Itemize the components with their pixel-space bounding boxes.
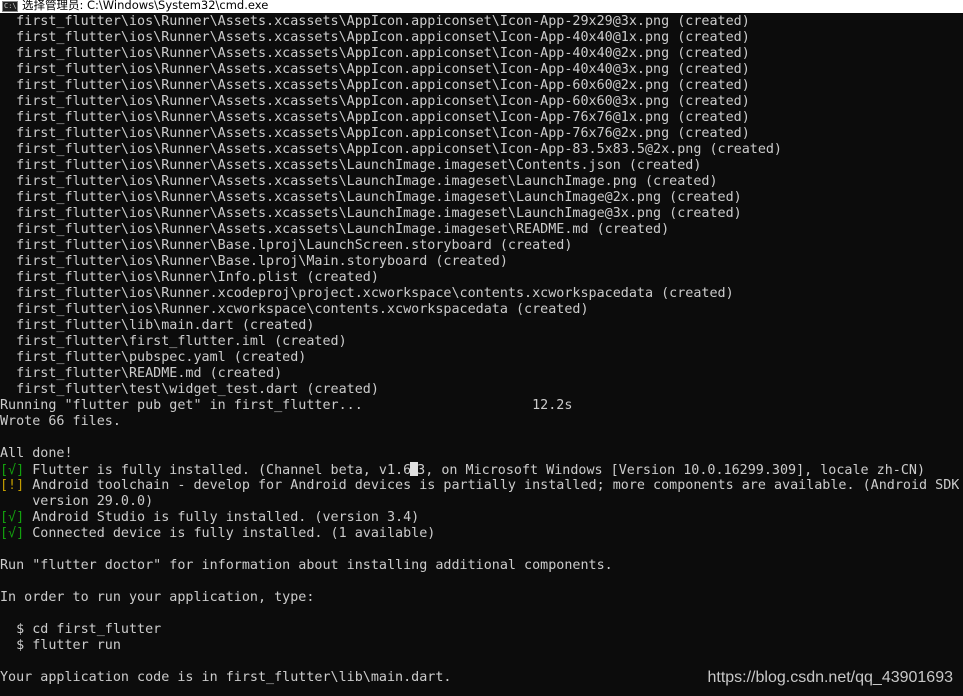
console-line: first_flutter\ios\Runner\Assets.xcassets… <box>0 30 750 45</box>
doctor-line: version 29.0.0) <box>0 494 153 510</box>
doctor-line: [√] Flutter is fully installed. (Channel… <box>0 462 925 478</box>
console-line: first_flutter\ios\Runner\Assets.xcassets… <box>0 78 750 93</box>
warning-mark: [!] <box>0 478 25 493</box>
doctor-line: [√] Android Studio is fully installed. (… <box>0 510 419 526</box>
check-mark: [√] <box>0 526 25 541</box>
console-line: first_flutter\ios\Runner\Base.lproj\Main… <box>0 254 508 269</box>
console-line: first_flutter\ios\Runner\Assets.xcassets… <box>0 142 782 157</box>
console-line: first_flutter\test\widget_test.dart (cre… <box>0 382 379 397</box>
console-line: first_flutter\lib\main.dart (created) <box>0 318 315 333</box>
console-line: first_flutter\ios\Runner.xcodeproj\proje… <box>0 286 734 301</box>
doctor-text-after: 3, on Microsoft Windows [Version 10.0.16… <box>417 463 926 478</box>
console-line: first_flutter\ios\Runner\Assets.xcassets… <box>0 174 718 189</box>
doctor-text: Connected device is fully installed. (1 … <box>24 526 436 541</box>
title-bar: C:\ 选择管理员: C:\Windows\System32\cmd.exe <box>0 0 963 13</box>
console-line: Running "flutter pub get" in first_flutt… <box>0 398 573 413</box>
check-mark: [√] <box>0 463 25 478</box>
console-line: first_flutter\ios\Runner\Assets.xcassets… <box>0 46 750 61</box>
console-line: first_flutter\ios\Runner\Assets.xcassets… <box>0 206 742 221</box>
console-line: first_flutter\ios\Runner\Info.plist (cre… <box>0 270 379 285</box>
console-line: first_flutter\ios\Runner\Assets.xcassets… <box>0 190 742 205</box>
console-line: Wrote 66 files. <box>0 414 121 429</box>
cmd-icon[interactable]: C:\ <box>2 1 18 12</box>
watermark: https://blog.csdn.net/qq_43901693 <box>707 669 953 686</box>
doctor-text: Android toolchain - develop for Android … <box>24 478 960 493</box>
console-line: first_flutter\pubspec.yaml (created) <box>0 350 307 365</box>
console-line: first_flutter\ios\Runner\Assets.xcassets… <box>0 126 750 141</box>
console-line: first_flutter\ios\Runner\Assets.xcassets… <box>0 14 750 29</box>
doctor-text: Android Studio is fully installed. (vers… <box>24 510 420 525</box>
check-mark: [√] <box>0 510 25 525</box>
console-line: first_flutter\ios\Runner\Base.lproj\Laun… <box>0 238 573 253</box>
window-title: 选择管理员: C:\Windows\System32\cmd.exe <box>22 0 269 12</box>
console-line: first_flutter\ios\Runner\Assets.xcassets… <box>0 62 750 77</box>
console-line: Your application code is in first_flutte… <box>0 670 452 685</box>
console-line: All done! <box>0 446 73 461</box>
console-line: first_flutter\ios\Runner\Assets.xcassets… <box>0 158 702 173</box>
doctor-line: [√] Connected device is fully installed.… <box>0 526 435 542</box>
console-line: first_flutter\README.md (created) <box>0 366 283 381</box>
console-line: first_flutter\first_flutter.iml (created… <box>0 334 347 349</box>
console-line: $ flutter run <box>0 638 121 653</box>
doctor-text: Flutter is fully installed. (Channel bet… <box>24 463 412 478</box>
console-output[interactable]: first_flutter\ios\Runner\Assets.xcassets… <box>0 14 963 696</box>
console-line: Run "flutter doctor" for information abo… <box>0 558 613 573</box>
console-line: first_flutter\ios\Runner\Assets.xcassets… <box>0 110 750 125</box>
console-line: first_flutter\ios\Runner.xcworkspace\con… <box>0 302 589 317</box>
console-line: first_flutter\ios\Runner\Assets.xcassets… <box>0 222 670 237</box>
console-line: In order to run your application, type: <box>0 590 315 605</box>
doctor-line: [!] Android toolchain - develop for Andr… <box>0 478 959 494</box>
console-line: $ cd first_flutter <box>0 622 162 637</box>
doctor-text: version 29.0.0) <box>0 494 154 509</box>
console-line: first_flutter\ios\Runner\Assets.xcassets… <box>0 94 750 109</box>
